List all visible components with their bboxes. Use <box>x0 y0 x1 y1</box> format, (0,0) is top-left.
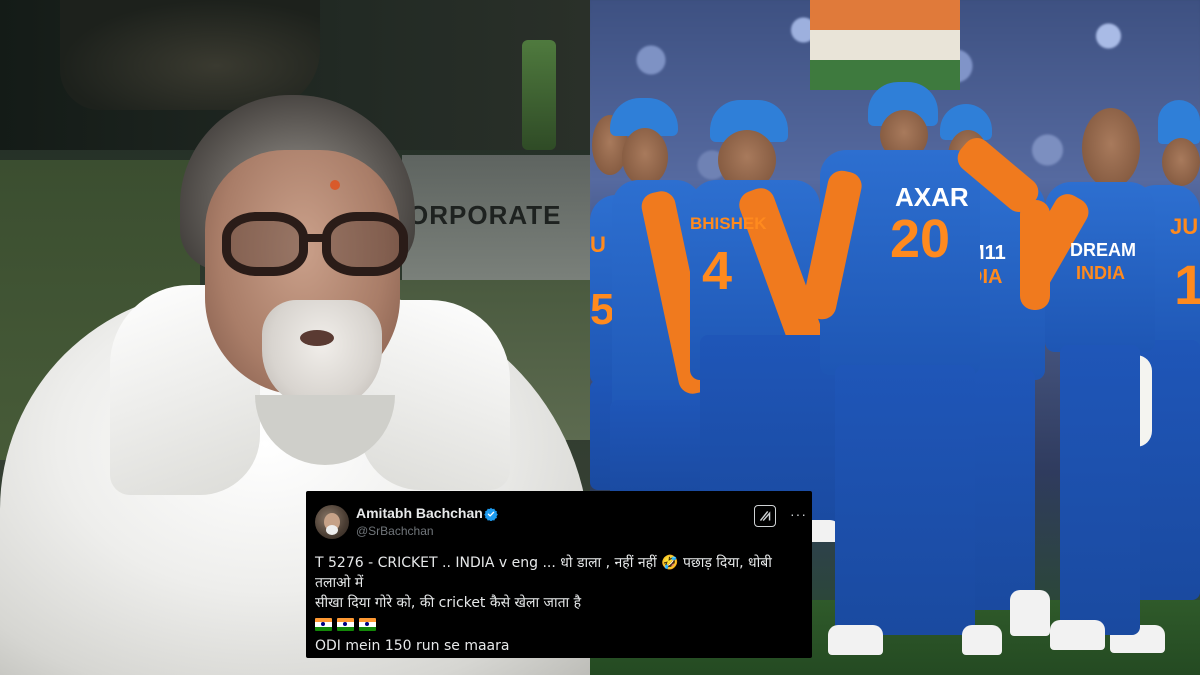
jersey-dream-line1: DREAM <box>1070 240 1136 260</box>
tilak-mark <box>330 180 340 190</box>
verified-badge-icon <box>484 507 498 521</box>
tweet-line-2: तलाओ में <box>315 575 364 591</box>
jersey-dream-line2: INDIA <box>1076 263 1125 283</box>
background-bottle <box>522 40 556 150</box>
india-flag-emoji-icon <box>315 618 332 631</box>
tweet-text: T 5276 - CRICKET .. INDIA v eng ... धो ड… <box>315 553 803 613</box>
tweet-card[interactable]: Amitabh Bachchan @SrBachchan ··· T 5276 … <box>306 491 812 658</box>
corporate-sign-text: ORPORATE <box>408 200 562 230</box>
tweet-line-1: T 5276 - CRICKET .. INDIA v eng ... धो ड… <box>315 555 772 571</box>
handle[interactable]: @SrBachchan <box>356 524 434 538</box>
tweet-last-line: ODI mein 150 run se maara <box>315 638 510 654</box>
glasses <box>222 212 412 282</box>
india-flags-emoji-row <box>315 618 376 634</box>
avatar[interactable] <box>315 505 349 539</box>
jersey-abhishek-name: BHISHEK <box>690 214 767 233</box>
jersey-axar-number: 20 <box>890 209 951 269</box>
display-name[interactable]: Amitabh Bachchan <box>356 505 483 521</box>
glasses-lens-left <box>222 212 308 276</box>
jersey-left-name: U <box>590 232 606 257</box>
india-flag-in-crowd <box>810 0 960 90</box>
glasses-lens-right <box>322 212 408 276</box>
more-icon[interactable]: ··· <box>790 507 806 523</box>
background-object <box>60 0 320 110</box>
india-flag-emoji-icon <box>359 618 376 631</box>
jersey-right-number: 1 <box>1174 253 1200 316</box>
person-mouth <box>300 330 334 346</box>
grok-icon[interactable] <box>754 505 776 527</box>
tweet-line-3: सीखा दिया गोरे को, की cricket कैसे खेला … <box>315 595 582 611</box>
jersey-left-number: 5 <box>590 285 615 334</box>
jersey-abhishek-number: 4 <box>702 241 733 301</box>
india-flag-emoji-icon <box>337 618 354 631</box>
jersey-right-name: JU <box>1170 214 1199 239</box>
